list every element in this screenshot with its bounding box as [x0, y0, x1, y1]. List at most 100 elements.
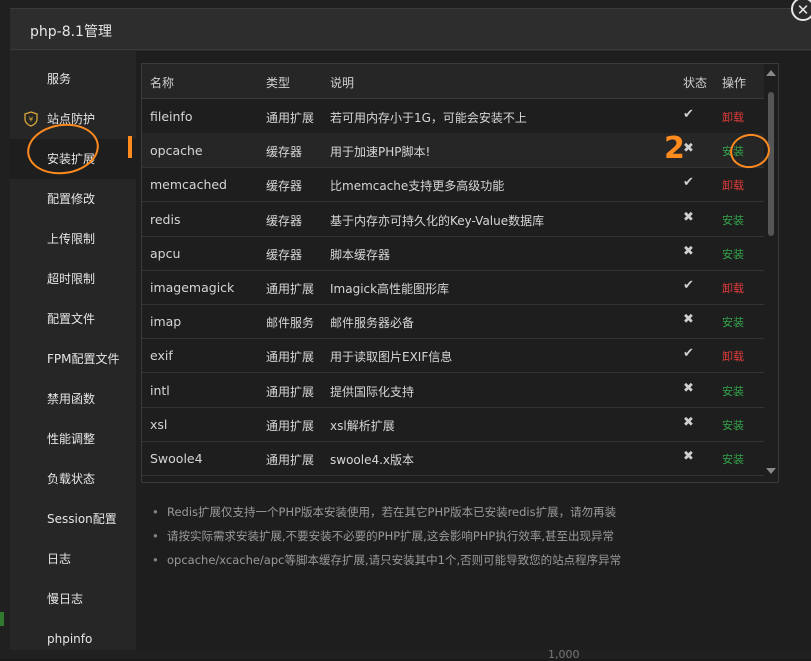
table-header: 名称 类型 说明 状态 操作 — [142, 64, 764, 99]
sidebar-item-config-modify[interactable]: 配置修改 — [10, 179, 136, 219]
sidebar-item-log[interactable]: 日志 — [10, 539, 136, 579]
sidebar-item-label: 日志 — [47, 539, 71, 579]
sidebar-item-label: 禁用函数 — [47, 379, 95, 419]
extension-description: 邮件服务器必备 — [330, 314, 414, 331]
sidebar-item-label: 服务 — [47, 59, 71, 99]
sidebar-item-fpm-config[interactable]: FPM配置文件 — [10, 339, 136, 379]
install-button[interactable]: 安装 — [722, 383, 744, 399]
extension-name: intl — [150, 383, 170, 398]
extension-description: 脚本缓存器 — [330, 246, 390, 263]
table-row: memcached 缓存器 比memcache支持更多高级功能 ✔ 卸载 — [142, 167, 764, 202]
extension-name: apcu — [150, 246, 180, 261]
sidebar-item-label: 配置修改 — [47, 179, 95, 219]
header-type: 类型 — [266, 74, 290, 91]
extension-name: memcached — [150, 177, 227, 192]
sidebar-item-label: 上传限制 — [47, 219, 95, 259]
sidebar-item-disabled-functions[interactable]: 禁用函数 — [10, 379, 136, 419]
extension-type: 通用扩展 — [266, 280, 314, 297]
sidebar-item-timeout-limit[interactable]: 超时限制 — [10, 259, 136, 299]
sidebar-item-performance[interactable]: 性能调整 — [10, 419, 136, 459]
extension-type: 缓存器 — [266, 177, 302, 194]
scroll-thumb[interactable] — [768, 92, 774, 236]
extension-type: 通用扩展 — [266, 451, 314, 468]
table-row: exif通用扩展用于读取图片EXIF信息✔卸载 — [142, 338, 764, 373]
table-row: xsl通用扩展xsl解析扩展✖安装 — [142, 407, 764, 442]
extension-description: Imagick高性能图形库 — [330, 280, 449, 297]
scroll-up-icon[interactable] — [766, 70, 776, 76]
extension-description: 若可用内存小于1G，可能会安装不上 — [330, 109, 527, 126]
note-item: Redis扩展仅支持一个PHP版本安装使用，若在其它PHP版本已安装redis扩… — [152, 500, 792, 524]
extension-name: imap — [150, 314, 181, 329]
check-icon: ✔ — [683, 107, 694, 122]
extension-name: fileinfo — [150, 109, 192, 124]
table-row: fileinfo 通用扩展若可用内存小于1G，可能会安装不上 ✔ 卸载 — [142, 99, 764, 134]
extension-name: opcache — [150, 143, 203, 158]
table-row: imap 邮件服务邮件服务器必备 ✖ 安装 — [142, 304, 764, 339]
scroll-down-icon[interactable] — [766, 468, 776, 474]
sidebar-item-label: 性能调整 — [47, 419, 95, 459]
sidebar-item-label: FPM配置文件 — [47, 339, 120, 379]
header-name: 名称 — [150, 74, 174, 91]
close-icon[interactable]: ✕ — [791, 0, 811, 21]
annotation-mark — [128, 136, 132, 158]
sidebar-item-service[interactable]: 服务 — [10, 59, 136, 99]
notes-list: Redis扩展仅支持一个PHP版本安装使用，若在其它PHP版本已安装redis扩… — [152, 500, 792, 572]
extension-type: 缓存器 — [266, 246, 302, 263]
check-icon: ✔ — [683, 278, 694, 293]
cross-icon: ✖ — [683, 210, 694, 225]
extension-type: 通用扩展 — [266, 383, 314, 400]
svg-text:¥: ¥ — [29, 116, 34, 124]
check-icon: ✔ — [683, 175, 694, 190]
extension-name: imagemagick — [150, 280, 234, 295]
extension-description: 用于加速PHP脚本! — [330, 143, 430, 160]
sidebar-item-session-config[interactable]: Session配置 — [10, 499, 136, 539]
uninstall-button[interactable]: 卸载 — [722, 177, 744, 193]
extension-name: xsl — [150, 417, 167, 432]
sidebar-item-config-file[interactable]: 配置文件 — [10, 299, 136, 339]
cross-icon: ✖ — [683, 312, 694, 327]
extension-type: 通用扩展 — [266, 348, 314, 365]
table-row: intl通用扩展提供国际化支持✖安装 — [142, 373, 764, 408]
extension-name: exif — [150, 348, 173, 363]
scrollbar[interactable] — [765, 64, 777, 482]
table-row: imagemagick 通用扩展 Imagick高性能图形库 ✔ 卸载 — [142, 270, 764, 305]
extensions-table: 名称 类型 说明 状态 操作 fileinfo通用扩展若可用内存小于1G，可能会… — [141, 63, 779, 483]
install-button[interactable]: 安装 — [722, 212, 744, 228]
extension-description: swoole4.x版本 — [330, 451, 414, 468]
install-button[interactable]: 安装 — [722, 246, 744, 262]
cross-icon: ✖ — [683, 244, 694, 259]
table-row: apcu 缓存器 脚本缓存器 ✖ 安装 — [142, 236, 764, 271]
extension-type: 缓存器 — [266, 212, 302, 229]
check-icon: ✔ — [683, 346, 694, 361]
sidebar-item-load-status[interactable]: 负载状态 — [10, 459, 136, 499]
header-status: 状态 — [683, 74, 707, 91]
extension-type: 通用扩展 — [266, 109, 314, 126]
header-op: 操作 — [722, 74, 746, 91]
header-desc: 说明 — [330, 74, 354, 91]
install-button[interactable]: 安装 — [722, 314, 744, 330]
sidebar-item-label: 负载状态 — [47, 459, 95, 499]
table-row: Swoole4通用扩展swoole4.x版本✖安装 — [142, 441, 764, 476]
sidebar-item-upload-limit[interactable]: 上传限制 — [10, 219, 136, 259]
dialog-title: php-8.1管理 — [30, 21, 112, 41]
extension-type: 通用扩展 — [266, 417, 314, 434]
install-button[interactable]: 安装 — [722, 451, 744, 467]
install-button[interactable]: 安装 — [722, 417, 744, 433]
sidebar-item-label: 配置文件 — [47, 299, 95, 339]
uninstall-button[interactable]: 卸载 — [722, 109, 744, 125]
sidebar-item-phpinfo[interactable]: phpinfo — [10, 619, 136, 659]
dialog-title-bar: php-8.1管理 — [10, 9, 811, 50]
sidebar-item-label: phpinfo — [47, 619, 92, 659]
sidebar-item-slow-log[interactable]: 慢日志 — [10, 579, 136, 619]
uninstall-button[interactable]: 卸载 — [722, 280, 744, 296]
note-item: 请按实际需求安装扩展,不要安装不必要的PHP扩展,这会影响PHP执行效率,甚至出… — [152, 524, 792, 548]
extension-description: xsl解析扩展 — [330, 417, 395, 434]
shield-icon: ¥ — [24, 111, 38, 127]
background-indicator — [0, 612, 4, 626]
extension-type: 缓存器 — [266, 143, 302, 160]
extension-name: Swoole4 — [150, 451, 203, 466]
extension-type: 邮件服务 — [266, 314, 314, 331]
extension-description: 比memcache支持更多高级功能 — [330, 177, 504, 194]
sidebar-item-label: Session配置 — [47, 499, 117, 539]
uninstall-button[interactable]: 卸载 — [722, 348, 744, 364]
